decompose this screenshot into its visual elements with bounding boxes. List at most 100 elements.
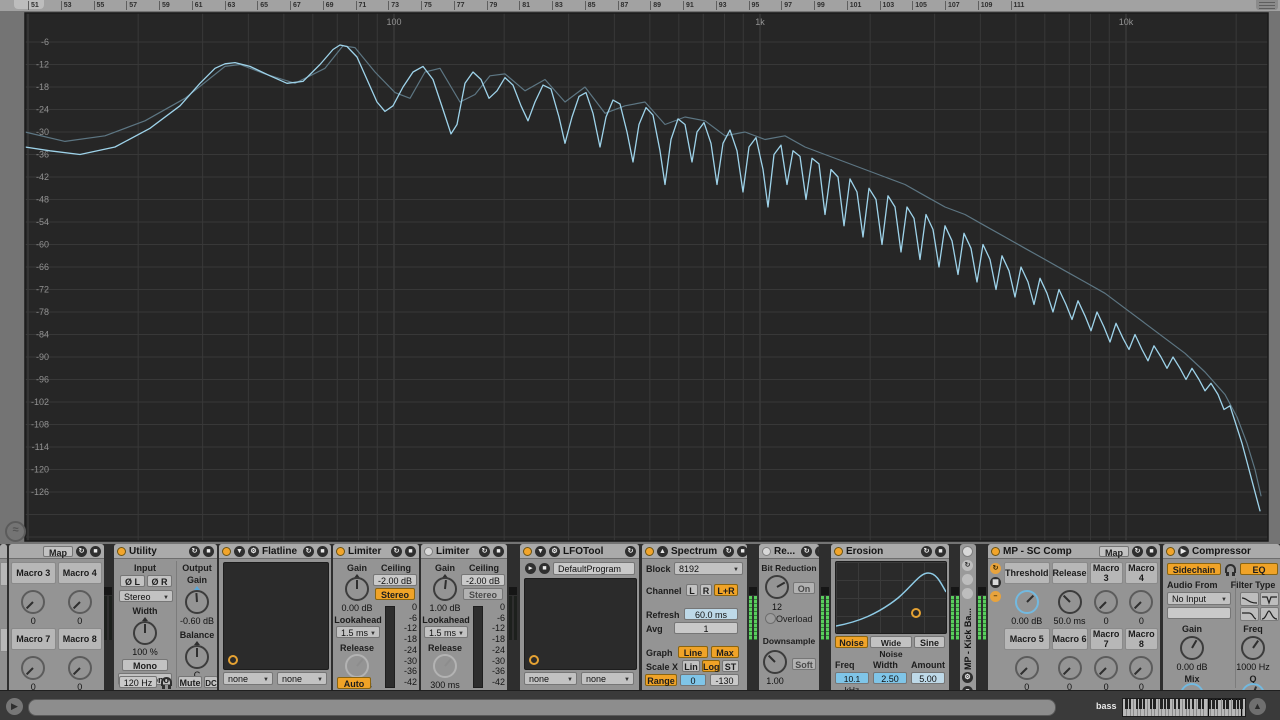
save-preset-icon[interactable]: ■ [815,545,819,557]
hot-swap-icon[interactable]: ↻ [962,560,973,571]
macro-knob[interactable] [1014,590,1039,614]
hot-swap-icon[interactable]: ↻ [391,545,402,557]
range-high-value[interactable]: -130 [710,674,739,686]
hot-swap-icon[interactable]: ↻ [921,545,932,557]
hot-swap-icon[interactable]: ↻ [801,545,813,557]
device-on-led[interactable] [962,546,973,557]
avg-value[interactable]: 1 [674,622,738,634]
soft-button[interactable]: Soft [792,658,816,670]
macro-knob[interactable] [21,656,46,680]
headphone-icon[interactable] [1225,564,1236,576]
gain-knob[interactable] [345,577,369,601]
flatline-xy-pad[interactable] [223,562,329,670]
macro-minus-icon[interactable]: – [990,591,1001,602]
channel-l-button[interactable]: L [686,584,698,596]
ceiling-value[interactable]: -2.00 dB [373,574,417,586]
width-value[interactable]: 2.50 [873,672,907,684]
scroll-left-button[interactable]: ▶ [6,698,23,715]
lookahead-dropdown[interactable]: 1.5 ms [336,626,380,640]
bass-mono-freq-value[interactable]: 120 Hz [119,676,157,688]
unfold-icon[interactable]: ▲ [657,545,668,557]
spectrum-fold-button[interactable]: ≈ [5,521,26,542]
sidechain-button[interactable]: Sidechain [1167,563,1221,575]
balance-knob[interactable] [185,645,209,669]
bit-reduction-knob[interactable] [765,575,789,599]
device-on-led[interactable] [991,546,1000,556]
channel-mode-dropdown[interactable]: Stereo [119,590,173,604]
lfotool-xy-pad[interactable] [524,578,637,670]
hot-swap-icon[interactable]: ↻ [723,545,735,557]
sc-gain-knob[interactable] [1180,636,1204,660]
key-zone-display[interactable] [1122,698,1246,717]
save-preset-icon[interactable]: ■ [317,545,329,557]
device-on-led[interactable] [117,546,126,556]
audio-from-dropdown[interactable]: No Input [1167,592,1231,606]
range-button[interactable]: Range [645,674,677,686]
save-preset-icon[interactable]: ■ [203,545,214,557]
device-on-led[interactable] [424,546,433,556]
sidechain-expand-icon[interactable]: ▶ [1178,545,1189,557]
macro-knob[interactable] [21,590,46,614]
macro-knob[interactable] [1129,656,1154,680]
save-preset-icon[interactable]: ■ [1146,545,1157,557]
mode-wide-noise-button[interactable]: Wide Noise [870,636,912,659]
device-kick-rack-collapsed[interactable]: ↻ MP - Kick Ba... ⚙ ■ [960,544,976,690]
macro-variation-icon[interactable]: ↻ [990,563,1001,574]
filter-freq-knob[interactable] [1241,636,1265,660]
mode-noise-button[interactable]: Noise [835,636,868,648]
macro-knob[interactable] [67,590,92,614]
hot-swap-icon[interactable]: ↻ [189,545,200,557]
refresh-value[interactable]: 60.0 ms [684,608,738,620]
stereo-mode-button[interactable]: Stereo [375,588,415,600]
lfotool-param-dropdown-2[interactable]: none [581,672,634,686]
flatline-param-dropdown-1[interactable]: none [223,672,273,686]
program-name-field[interactable]: DefaultProgram [553,562,635,575]
load-program-icon[interactable]: ▸ [525,563,536,574]
device-on-led[interactable] [523,546,532,556]
device-on-led[interactable] [336,546,345,556]
macro-grid-icon[interactable]: ▦ [990,577,1001,588]
phase-left-button[interactable]: Ø L [120,575,145,587]
hot-swap-icon[interactable]: ↻ [625,545,636,557]
fold-icon[interactable]: ▼ [234,545,245,557]
save-preset-icon[interactable]: ■ [90,545,101,557]
fold-icon[interactable] [962,574,973,585]
device-on-led[interactable] [222,546,231,556]
ceiling-value[interactable]: -2.00 dB [461,574,505,586]
edit-icon[interactable]: ⚙ [962,672,973,683]
eq-button[interactable]: EQ [1240,563,1278,575]
audio-from-channel-box[interactable] [1167,607,1231,619]
channel-r-button[interactable]: R [700,584,712,596]
map-mode-button[interactable]: Map [1099,545,1129,558]
gain-knob[interactable] [433,577,457,601]
auto-release-button[interactable]: Auto [337,677,371,689]
scale-lin-button[interactable]: Lin [682,660,700,672]
macro-knob[interactable] [1014,656,1039,680]
device-on-led[interactable] [645,546,654,556]
map-mode-button[interactable]: Map [43,545,73,558]
hot-swap-icon[interactable]: ↻ [76,545,87,557]
stereo-mode-button[interactable]: Stereo [463,588,503,600]
fold-up-button[interactable]: ▲ [1249,698,1266,715]
macro-knob[interactable] [1094,590,1119,614]
macro-knob[interactable] [1057,590,1082,614]
flatline-param-dropdown-2[interactable]: none [277,672,327,686]
headphone-icon[interactable] [161,677,172,689]
macro-knob[interactable] [1057,656,1082,680]
mode-sine-button[interactable]: Sine [914,636,945,648]
hot-swap-icon[interactable]: ↻ [1132,545,1143,557]
lfotool-param-dropdown-1[interactable]: none [524,672,577,686]
freq-value[interactable]: 10.1 kHz [835,672,869,690]
macro-knob[interactable] [1129,590,1154,614]
filter-type-icon[interactable] [1240,592,1259,606]
save-preset-icon[interactable]: ■ [405,545,416,557]
device-chain-scrollbar[interactable] [28,699,1056,716]
device-on-led[interactable] [1166,546,1175,556]
width-knob[interactable] [133,621,157,645]
channel-lr-button[interactable]: L+R [714,584,738,596]
erosion-display[interactable] [835,561,947,634]
filter-type-icon[interactable] [1260,607,1279,621]
save-preset-icon[interactable]: ■ [493,545,504,557]
bit-on-button[interactable]: On [793,582,815,594]
block-size-dropdown[interactable]: 8192 [674,562,743,576]
